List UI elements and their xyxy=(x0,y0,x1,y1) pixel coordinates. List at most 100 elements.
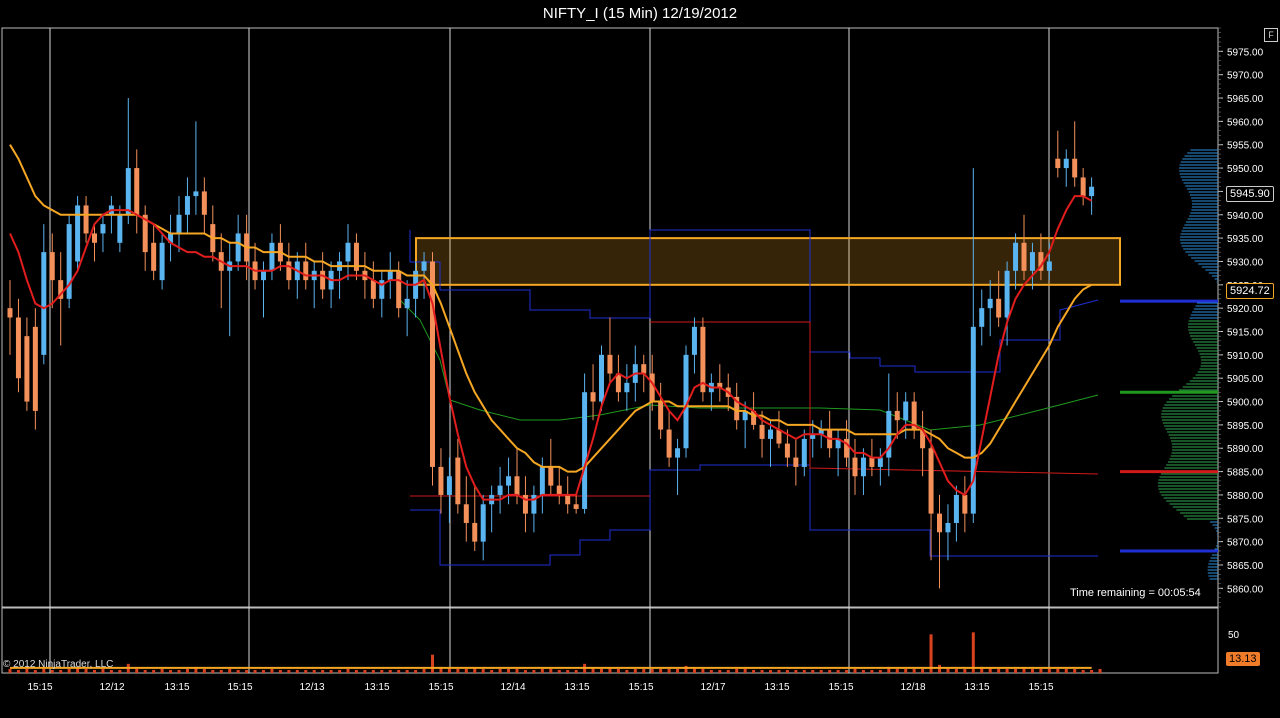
y-tick-label: 5890.00 xyxy=(1227,444,1264,455)
candle-body xyxy=(159,242,165,281)
candle-body xyxy=(472,522,478,542)
candle-body xyxy=(1080,177,1086,197)
candle-body xyxy=(32,326,38,411)
candle-body xyxy=(869,457,875,467)
candle-body xyxy=(387,270,393,281)
volume-bar xyxy=(963,668,967,673)
volume-bar xyxy=(515,668,519,673)
candle-body xyxy=(134,168,140,215)
volume-bar xyxy=(777,669,781,673)
candle-body xyxy=(590,392,596,402)
volume-bar xyxy=(380,669,384,673)
volume-bar xyxy=(549,668,553,673)
volume-bar xyxy=(523,669,527,673)
volume-bar xyxy=(118,669,122,673)
volume-bar xyxy=(845,669,849,673)
candle-body xyxy=(1004,270,1010,318)
volume-bar xyxy=(870,669,874,673)
volume-bar xyxy=(177,669,181,673)
candle-body xyxy=(928,448,934,514)
candle-body xyxy=(675,448,681,458)
sma-value-badge: 5924.72 xyxy=(1226,283,1274,299)
candle-body xyxy=(370,280,376,299)
volume-bar xyxy=(633,668,637,673)
volume-bar xyxy=(262,669,265,673)
volume-bar xyxy=(219,669,223,673)
candle-body xyxy=(117,214,123,243)
candle-body xyxy=(1013,242,1019,271)
volume-bar xyxy=(802,669,806,673)
candle-body xyxy=(480,504,486,542)
volume-panel xyxy=(8,632,1102,673)
x-tick-label: 13:15 xyxy=(564,682,589,693)
volume-bar xyxy=(287,669,291,673)
chart-window: NIFTY_I (15 Min) 12/19/2012 F 5975.00 597… xyxy=(0,0,1280,718)
y-tick-label: 5960.00 xyxy=(1227,117,1264,128)
volume-bar xyxy=(650,668,654,673)
candle-body xyxy=(41,252,47,355)
candle-body xyxy=(1063,158,1069,169)
candle-body xyxy=(582,392,588,509)
y-tick-label: 5955.00 xyxy=(1227,141,1264,152)
y-tick-label: 5875.00 xyxy=(1227,514,1264,525)
volume-bar xyxy=(574,669,578,673)
volume-bar xyxy=(50,669,54,673)
candle-body xyxy=(83,205,89,234)
volume-bar xyxy=(540,668,544,673)
volume-bar xyxy=(676,668,680,673)
volume-bar xyxy=(625,669,629,673)
volume-bar xyxy=(642,668,646,673)
candle-body xyxy=(506,476,512,486)
candle-body xyxy=(396,270,402,309)
volume-bar xyxy=(726,669,730,673)
copyright-text: © 2012 NinjaTrader, LLC xyxy=(3,659,114,670)
volume-bar xyxy=(363,669,367,673)
volume-bar xyxy=(853,668,857,673)
volume-bar xyxy=(828,669,832,673)
candle-body xyxy=(759,424,765,439)
volume-bar xyxy=(498,668,502,673)
volume-bar xyxy=(414,669,418,673)
candle-body xyxy=(1029,252,1035,271)
candle-body xyxy=(945,522,951,533)
x-tick-label: 12/12 xyxy=(99,682,124,693)
price-chart[interactable]: 5975.00 5970.00 5965.00 5960.00 5955.00 5950.… xyxy=(0,0,1280,718)
volume-bar xyxy=(895,668,899,673)
x-tick-label: 15:15 xyxy=(828,682,853,693)
candle-body xyxy=(345,242,351,262)
volume-bar xyxy=(236,669,240,673)
volume-bar xyxy=(143,669,147,673)
candle-body xyxy=(573,504,579,509)
candle-body xyxy=(463,504,469,523)
x-tick-label: 15:15 xyxy=(1028,682,1053,693)
vwap-line xyxy=(399,299,1099,431)
volume-bar xyxy=(997,668,1001,673)
volume-bar xyxy=(735,668,739,673)
y-tick-label: 5910.00 xyxy=(1227,351,1264,362)
volume-bar xyxy=(388,669,392,673)
y-tick-label: 5965.00 xyxy=(1227,94,1264,105)
volume-bar xyxy=(109,669,113,673)
volume-bar xyxy=(1056,668,1060,673)
y-tick-label: 5950.00 xyxy=(1227,164,1264,175)
volume-bar xyxy=(1098,668,1102,673)
volume-bar xyxy=(490,669,494,673)
volume-bar xyxy=(912,668,916,673)
candle-body xyxy=(894,410,900,421)
volume-bar xyxy=(338,669,342,673)
x-tick-label: 13:15 xyxy=(364,682,389,693)
volume-bar xyxy=(278,669,282,673)
volume-bar xyxy=(971,632,975,673)
candle-body xyxy=(903,401,909,421)
y-tick-label: 5930.00 xyxy=(1227,257,1264,268)
x-tick-label: 12/17 xyxy=(700,682,725,693)
volume-bar xyxy=(954,668,958,673)
y-tick-label: 5940.00 xyxy=(1227,211,1264,222)
candle-body xyxy=(987,298,993,309)
volume-bar xyxy=(600,668,603,673)
candle-body xyxy=(953,494,959,523)
candle-body xyxy=(438,466,444,495)
volume-bar xyxy=(1005,668,1009,673)
volume-bar xyxy=(397,669,401,673)
y-tick-label: 5975.00 xyxy=(1227,47,1264,58)
